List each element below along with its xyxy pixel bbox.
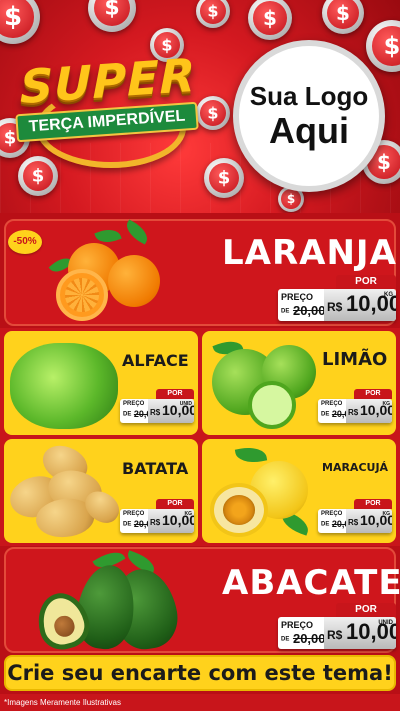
price-por-label: POR (354, 499, 392, 509)
currency: R$ (150, 518, 161, 527)
leaf-icon (122, 219, 152, 245)
passion-fruit-image (206, 443, 316, 541)
price-box: PREÇO DE 20,00 R$ 10,00 UNID (120, 399, 194, 423)
product-card-abacate[interactable]: ABACATE POR PREÇO DE 20,00 R$ 10,00 UNID (4, 546, 400, 655)
price-label: PREÇO (321, 401, 343, 407)
avocado-image (31, 546, 194, 655)
product-name: MARACUJÁ (322, 461, 389, 474)
potato-image (4, 440, 125, 542)
logo-line1: Sua Logo (249, 81, 369, 111)
lettuce-head (10, 343, 118, 429)
price-tag: POR PREÇO DE 20,00 R$ 10,00 KG (318, 499, 392, 533)
product-card-maracuja[interactable]: MARACUJÁ POR PREÇO DE 20,00 R$ 10,00 KG (202, 439, 396, 543)
new-price-box: R$ 10,00 KG (346, 399, 392, 423)
orange-image (46, 219, 216, 325)
coin-icon: $ (366, 20, 400, 72)
leaf-icon (234, 444, 268, 466)
price-box: PREÇO DE 20,00 R$ 10,00 KG (318, 509, 392, 533)
product-name: ALFACE (122, 351, 189, 370)
price-tag: POR PREÇO DE 20,00 R$ 10,00 KG (278, 275, 396, 321)
price-label: PREÇO (123, 511, 145, 517)
price-label: PREÇO (123, 401, 145, 407)
price-unit: UNID (378, 620, 393, 626)
logo-line2: Aqui (269, 110, 349, 151)
price-por-label: POR (336, 603, 396, 617)
disclaimer-text: *Imagens Meramente Ilustrativas (0, 694, 400, 711)
coin-icon: $ (196, 0, 230, 28)
price-tag: POR PREÇO DE 20,00 R$ 10,00 KG (120, 499, 194, 533)
lime-half (248, 381, 296, 429)
passion-fruit-half (210, 483, 268, 537)
lettuce-image (10, 337, 120, 431)
lime-image (208, 335, 320, 431)
price-box: PREÇO DE 20,00 R$ 10,00 KG (318, 399, 392, 423)
price-por-label: POR (156, 499, 194, 509)
price-unit: UNID (179, 401, 192, 407)
product-card-batata[interactable]: BATATA POR PREÇO DE 20,00 R$ 10,00 KG (4, 439, 198, 543)
currency: R$ (348, 408, 359, 417)
currency: R$ (348, 518, 359, 527)
cta-button[interactable]: Crie seu encarte com este tema! (4, 655, 396, 691)
product-card-alface[interactable]: ALFACE POR PREÇO DE 20,00 R$ 10,00 UNID (4, 331, 198, 435)
price-por-label: POR (336, 275, 396, 289)
price-box: PREÇO DE 20,00 R$ 10,00 KG (120, 509, 194, 533)
price-box: PREÇO DE 20,00 R$ 10,00 UNID (278, 617, 396, 649)
coin-icon: $ (322, 0, 364, 34)
price-label: PREÇO (281, 620, 314, 630)
price-label: PREÇO (321, 511, 343, 517)
coin-icon: $ (18, 156, 58, 196)
new-price-box: R$ 10,00 KG (346, 509, 392, 533)
product-name: BATATA (122, 459, 189, 478)
coin-icon: $ (204, 158, 244, 198)
price-box: PREÇO DE 20,00 R$ 10,00 KG (278, 289, 396, 321)
price-unit: KG (184, 511, 193, 517)
currency: R$ (327, 628, 343, 642)
old-price: DE 20,00 (281, 303, 326, 318)
price-unit: KG (382, 401, 391, 407)
new-price-box: R$ 10,00 KG (148, 509, 194, 533)
new-price-box: R$ 10,00 UNID (148, 399, 194, 423)
new-price-box: R$ 10,00 UNID (324, 617, 396, 649)
discount-badge: -50% (8, 230, 42, 254)
price-tag: POR PREÇO DE 20,00 R$ 10,00 UNID (120, 389, 194, 423)
new-price-box: R$ 10,00 KG (324, 289, 396, 321)
coin-icon: $ (88, 0, 136, 32)
product-name: LIMÃO (322, 349, 388, 370)
price-unit: KG (384, 292, 393, 298)
currency: R$ (327, 300, 343, 314)
price-tag: POR PREÇO DE 20,00 R$ 10,00 KG (318, 389, 392, 423)
coin-icon: $ (0, 0, 40, 44)
product-card-limao[interactable]: LIMÃO POR PREÇO DE 20,00 R$ 10,00 KG (202, 331, 396, 435)
orange-fruit (108, 255, 160, 307)
product-name: LARANJA (222, 233, 397, 273)
price-tag: POR PREÇO DE 20,00 R$ 10,00 UNID (278, 603, 396, 649)
currency: R$ (150, 408, 161, 417)
price-label: PREÇO (281, 292, 314, 302)
header-banner: $ $ $ $ $ $ $ $ $ $ $ $ $ SUPER TERÇA IM… (0, 0, 400, 213)
old-price: DE 20,00 (281, 631, 326, 646)
orange-half (56, 269, 108, 321)
price-por-label: POR (156, 389, 194, 399)
product-name: ABACATE (222, 563, 400, 603)
price-unit: KG (382, 511, 391, 517)
coin-icon: $ (248, 0, 292, 40)
price-por-label: POR (354, 389, 392, 399)
product-card-laranja[interactable]: LARANJA POR PREÇO DE 20,00 R$ 10,00 KG (4, 219, 396, 326)
